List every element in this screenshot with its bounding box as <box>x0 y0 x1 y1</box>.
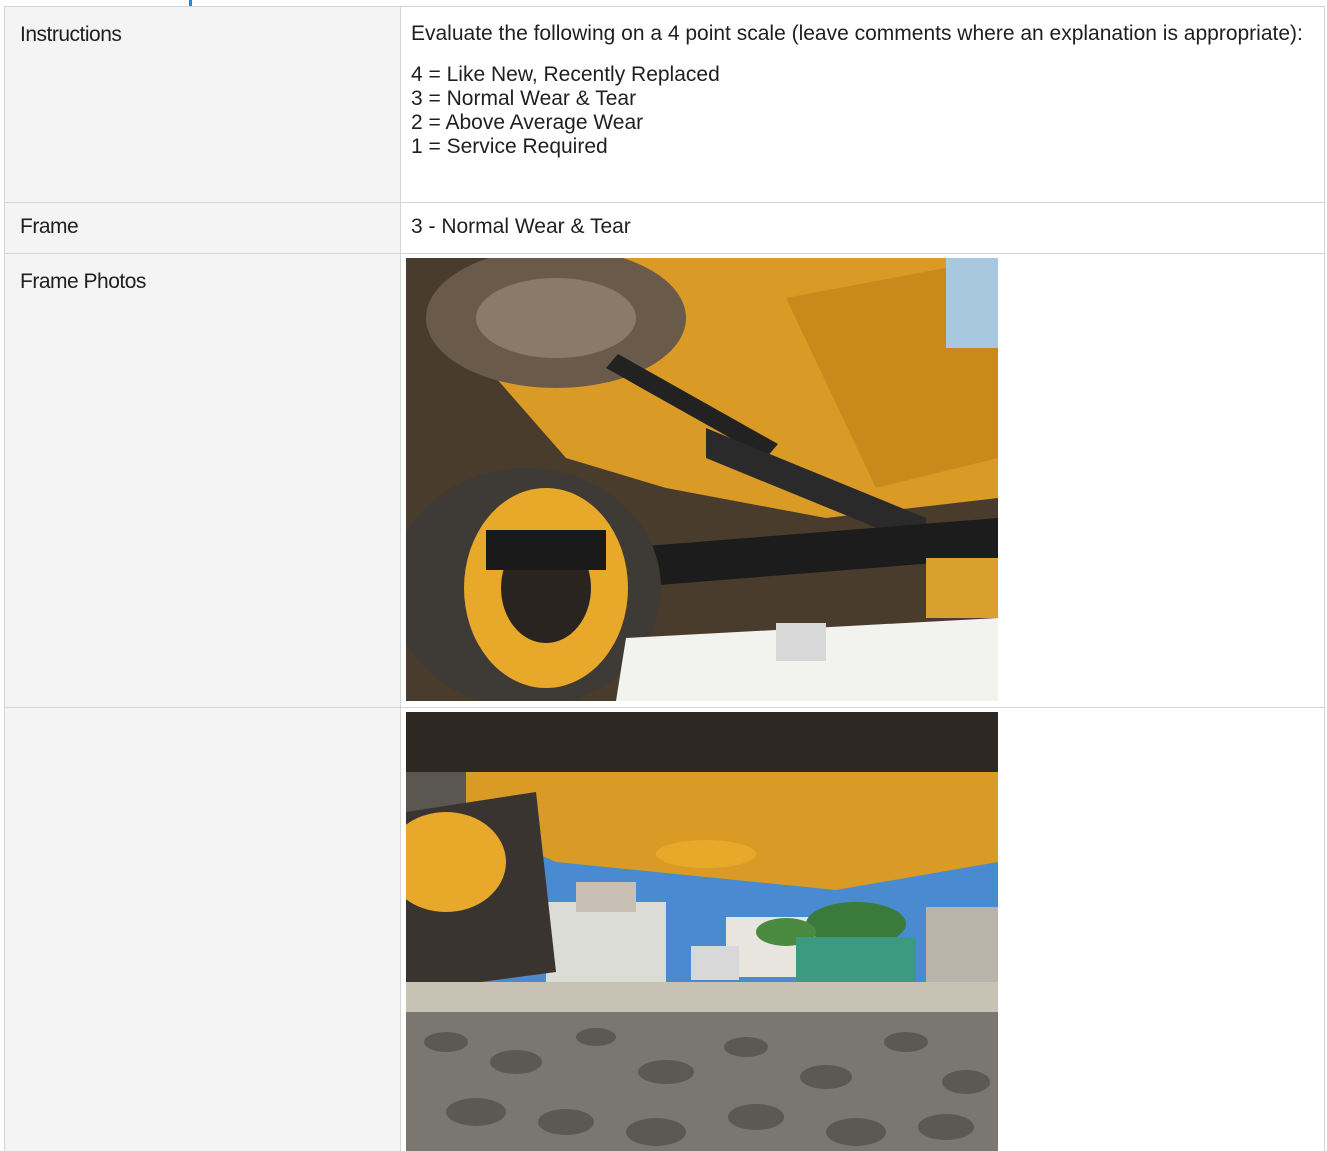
frame-photo-cell-1 <box>401 254 1325 707</box>
table-row-instructions: Instructions Evaluate the following on a… <box>5 7 1325 203</box>
scale-item-2: 2 = Above Average Wear <box>411 111 644 134</box>
table-row-frame-photos-2 <box>5 708 1325 1151</box>
scale-item-4: 4 = Like New, Recently Replaced <box>411 63 720 86</box>
frame-photos-label: Frame Photos <box>5 254 401 707</box>
instructions-value: Evaluate the following on a 4 point scal… <box>401 7 1325 202</box>
inspection-table: Instructions Evaluate the following on a… <box>4 6 1325 1151</box>
frame-photo-2[interactable] <box>406 712 998 1151</box>
scale-item-3: 3 = Normal Wear & Tear <box>411 87 637 110</box>
rating-scale-list: 4 = Like New, Recently Replaced 3 = Norm… <box>411 63 1314 159</box>
frame-photo-cell-2 <box>401 708 1325 1151</box>
instructions-intro: Evaluate the following on a 4 point scal… <box>411 22 1303 45</box>
frame-rating-value: 3 - Normal Wear & Tear <box>401 203 1325 253</box>
frame-photos-label-2 <box>5 708 401 1151</box>
scale-item-1: 1 = Service Required <box>411 135 608 158</box>
table-row-frame: Frame 3 - Normal Wear & Tear <box>5 203 1325 254</box>
frame-photo-1[interactable] <box>406 258 998 701</box>
frame-label: Frame <box>5 203 401 253</box>
instructions-label: Instructions <box>5 7 401 202</box>
table-row-frame-photos: Frame Photos <box>5 254 1325 708</box>
